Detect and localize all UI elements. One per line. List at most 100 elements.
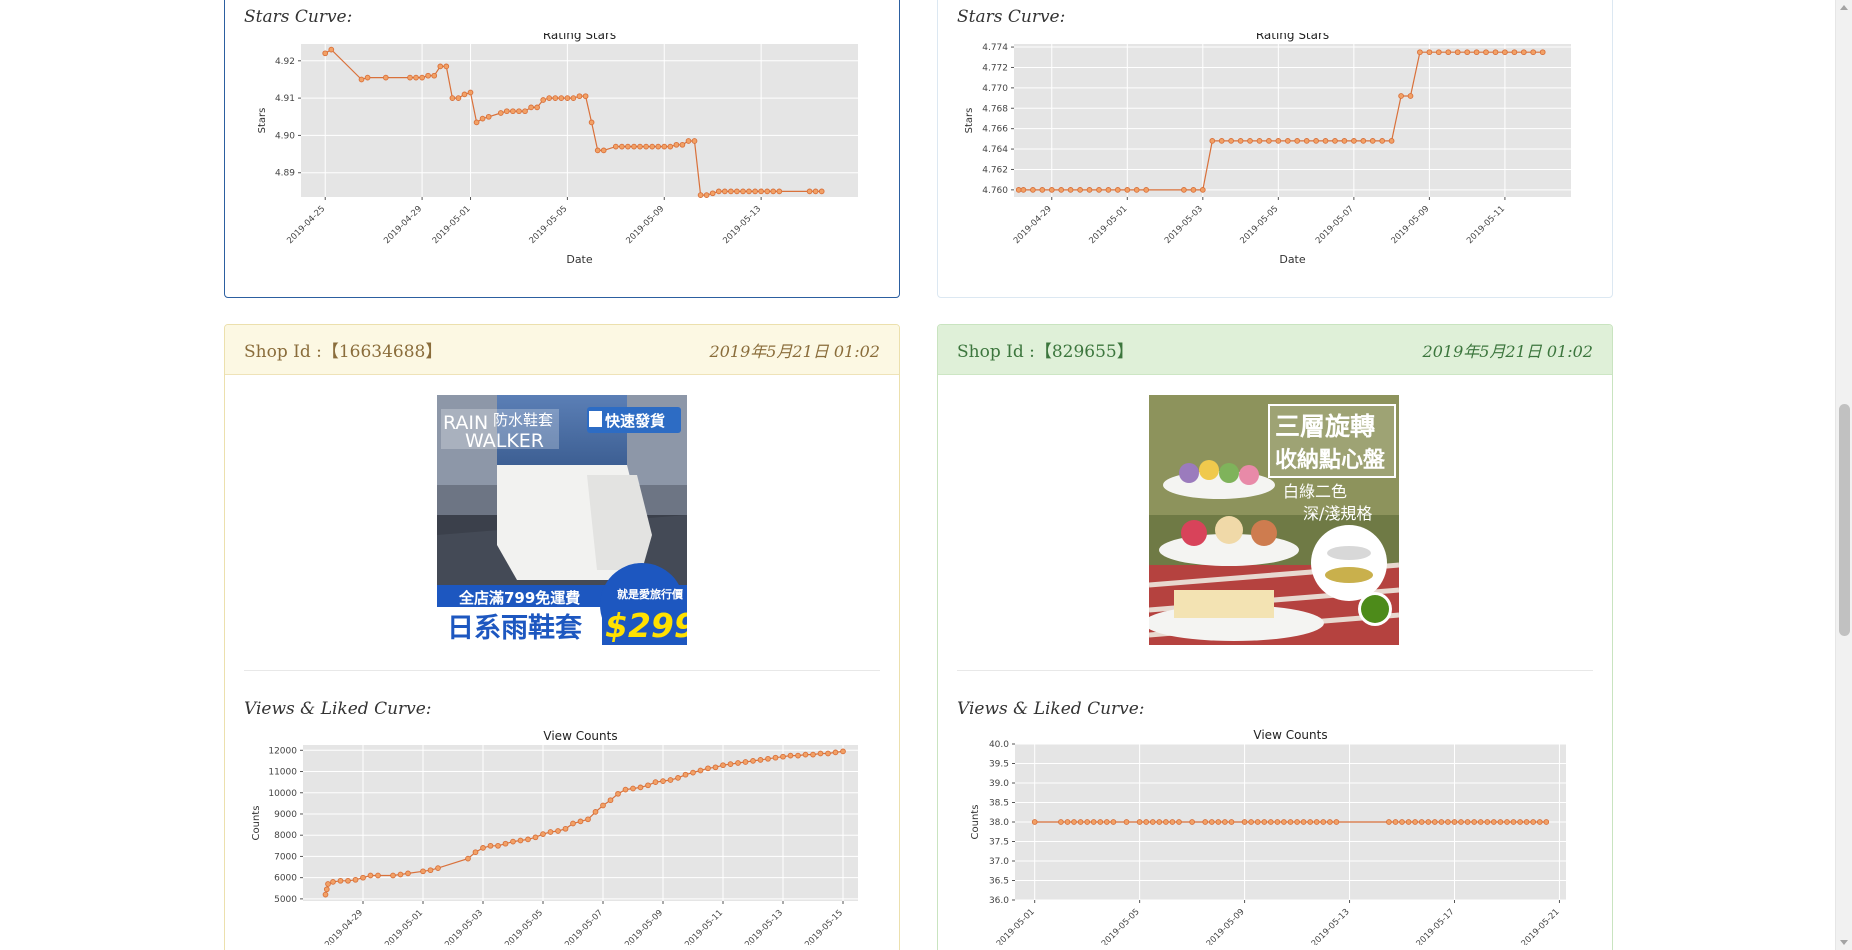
views-curve-title: Views & Liked Curve:	[957, 699, 1145, 719]
x-tick-label: 2019-05-01	[1087, 204, 1129, 246]
data-point	[1176, 819, 1182, 825]
vertical-scrollbar[interactable]	[1835, 0, 1852, 950]
data-point	[1190, 187, 1197, 193]
data-point	[712, 764, 719, 771]
data-point	[764, 188, 771, 195]
x-tick-label: 2019-05-17	[1415, 907, 1457, 945]
x-tick-label: 2019-05-09	[1205, 907, 1247, 945]
data-point	[1156, 819, 1163, 825]
x-axis-label: Date	[566, 253, 593, 266]
chart-title: Rating Stars	[1256, 33, 1329, 42]
data-point	[1322, 138, 1329, 144]
data-point	[697, 767, 704, 774]
shop-card-16634688: Shop Id :【16634688】 2019年5月21日 01:02 RAI…	[224, 324, 900, 950]
data-point	[1417, 49, 1423, 56]
product-image-dessert-stand[interactable]: 三層旋轉 收納點心盤 白綠二色 深/淺規格	[1149, 395, 1399, 645]
scroll-up-arrow-icon[interactable]	[1840, 5, 1848, 10]
data-point	[825, 750, 831, 757]
data-point	[1341, 138, 1348, 144]
x-tick-label: 2019-05-09	[624, 204, 666, 246]
x-tick-label: 2019-05-05	[1238, 204, 1280, 246]
data-point	[1473, 49, 1480, 56]
data-point	[740, 188, 746, 195]
data-point	[358, 76, 365, 83]
data-point	[1458, 819, 1464, 825]
data-point	[1248, 819, 1254, 825]
data-point	[1445, 819, 1451, 825]
data-point	[1086, 187, 1093, 193]
data-point	[812, 188, 819, 195]
data-point	[1015, 187, 1022, 193]
y-axis-label: Stars	[257, 108, 268, 134]
data-point	[1388, 138, 1395, 144]
data-point	[1294, 138, 1301, 144]
data-point	[795, 752, 801, 759]
data-point	[715, 188, 722, 195]
data-point	[1511, 49, 1518, 56]
data-point	[1097, 819, 1104, 825]
product-image-rain-shoe-cover[interactable]: RAIN WALKER 防水鞋套 快速發貨 全店滿799免運費 日系雨鞋套 就是…	[437, 395, 687, 645]
data-point	[427, 867, 434, 874]
timestamp: 2019年5月21日 01:02	[709, 341, 880, 361]
data-point	[1300, 819, 1307, 825]
data-point	[480, 845, 486, 851]
data-point	[734, 188, 740, 195]
price-note-text: 就是愛旅行價	[617, 587, 684, 601]
data-point	[802, 751, 809, 758]
timestamp: 2019年5月21日 01:02	[1422, 341, 1593, 361]
data-point	[585, 816, 591, 823]
data-point	[431, 72, 438, 79]
data-point	[1237, 138, 1244, 144]
data-point	[709, 190, 716, 197]
data-point	[322, 891, 329, 898]
data-point	[532, 834, 539, 841]
y-tick-label: 4.762	[982, 165, 1008, 175]
x-tick-label: 2019-05-21	[1520, 907, 1562, 945]
data-point	[682, 771, 689, 778]
data-point	[1502, 49, 1508, 56]
data-point	[1228, 819, 1235, 825]
scrollbar-thumb[interactable]	[1839, 404, 1850, 636]
data-point	[1267, 819, 1274, 825]
divider	[957, 670, 1593, 671]
data-point	[685, 138, 692, 144]
data-point	[1484, 819, 1491, 825]
data-point	[397, 871, 404, 878]
chart-title: View Counts	[543, 729, 617, 743]
data-point	[1313, 138, 1319, 144]
data-point	[325, 881, 331, 887]
x-tick-label: 2019-05-11	[683, 908, 725, 945]
data-point	[705, 765, 711, 772]
data-point	[1530, 49, 1537, 56]
x-tick-label: 2019-04-25	[285, 204, 327, 246]
data-point	[776, 188, 783, 195]
y-tick-label: 36.0	[989, 896, 1009, 906]
y-tick-label: 4.91	[275, 94, 295, 104]
data-point	[1307, 819, 1314, 825]
data-point	[407, 74, 413, 81]
data-point	[607, 797, 614, 804]
scroll-down-arrow-icon[interactable]	[1840, 940, 1848, 945]
data-point	[465, 855, 471, 862]
data-point	[1451, 819, 1458, 825]
x-tick-label: 2019-05-01	[995, 907, 1037, 945]
data-point	[649, 143, 656, 150]
y-tick-label: 11000	[268, 768, 297, 778]
chart-title: Rating Stars	[543, 33, 616, 42]
x-tick-label: 2019-05-13	[743, 908, 785, 945]
data-point	[1392, 819, 1399, 825]
data-point	[1261, 819, 1268, 825]
data-point	[1077, 187, 1083, 193]
data-point	[1136, 819, 1143, 825]
data-point	[497, 110, 504, 116]
data-point	[1490, 819, 1497, 825]
data-point	[1222, 819, 1228, 825]
data-point	[564, 95, 571, 101]
y-axis-label: Counts	[251, 806, 262, 841]
y-tick-label: 4.89	[275, 169, 295, 179]
data-point	[758, 188, 764, 195]
data-point	[592, 809, 599, 815]
data-point	[449, 95, 456, 101]
y-tick-label: 4.760	[982, 186, 1008, 196]
data-point	[562, 825, 569, 832]
